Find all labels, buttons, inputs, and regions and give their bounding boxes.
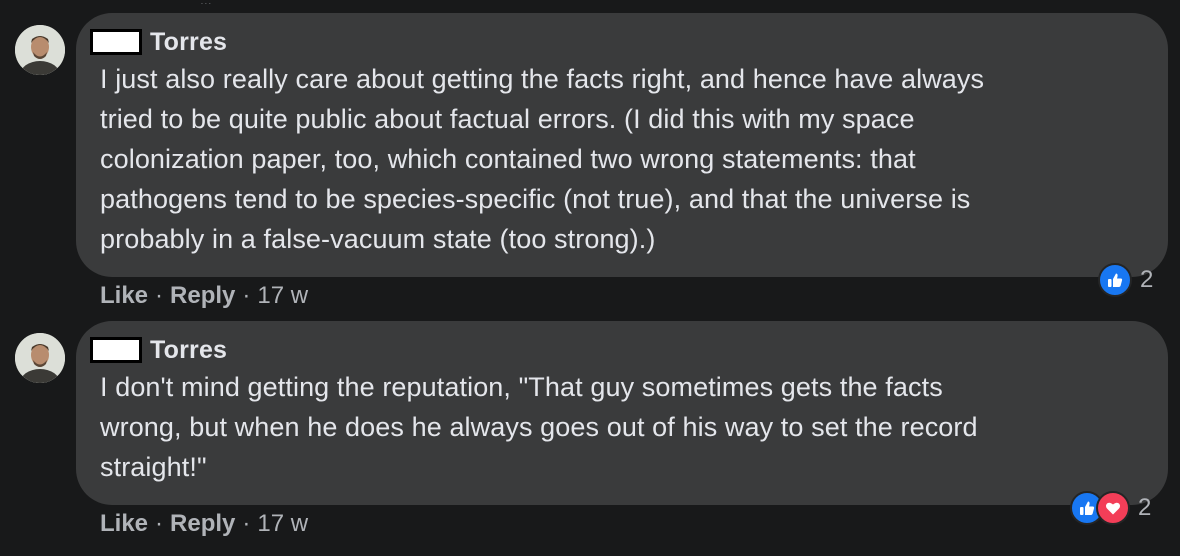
comment-actions: Like · Reply · 17 w	[100, 282, 308, 310]
reaction-summary[interactable]: 2	[1070, 491, 1151, 525]
comment-timestamp[interactable]: 17 w	[257, 510, 308, 538]
like-reaction-icon	[1098, 263, 1132, 297]
previous-comment-fragment: ...	[200, 0, 244, 4]
reply-button[interactable]: Reply	[170, 282, 235, 310]
avatar[interactable]	[15, 25, 65, 75]
comment-bubble: Torres I just also really care about get…	[76, 13, 1168, 277]
comment-author[interactable]: Torres	[150, 28, 227, 57]
reply-button[interactable]: Reply	[170, 510, 235, 538]
comment-text-line: tried to be quite public about factual e…	[100, 104, 915, 134]
separator: ·	[155, 282, 164, 309]
comment-actions: Like · Reply · 17 w	[100, 510, 308, 538]
love-reaction-icon	[1096, 491, 1130, 525]
comment-text-line: probably in a false-vacuum state (too st…	[100, 224, 656, 254]
comment-text-line: colonization paper, too, which contained…	[100, 144, 916, 174]
separator: ·	[242, 510, 251, 537]
redaction-box	[90, 29, 142, 55]
comment-text-line: I don't mind getting the reputation, "Th…	[100, 372, 943, 402]
separator: ·	[155, 510, 164, 537]
separator: ·	[242, 282, 251, 309]
comment-text-line: I just also really care about getting th…	[100, 64, 985, 94]
comment-author[interactable]: Torres	[150, 336, 227, 365]
reaction-count: 2	[1138, 494, 1152, 521]
reaction-summary[interactable]: 2	[1098, 263, 1153, 297]
reaction-count: 2	[1140, 266, 1154, 293]
like-button[interactable]: Like	[100, 510, 148, 538]
redaction-box	[90, 337, 142, 363]
comment-text: I don't mind getting the reputation, "Th…	[100, 367, 1144, 487]
comment-bubble: Torres I don't mind getting the reputati…	[76, 321, 1168, 505]
comment-text-line: wrong, but when he does he always goes o…	[100, 412, 978, 442]
comment-text-line: pathogens tend to be species-specific (n…	[100, 184, 971, 214]
comment-text: I just also really care about getting th…	[100, 59, 1144, 259]
avatar[interactable]	[15, 333, 65, 383]
like-button[interactable]: Like	[100, 282, 148, 310]
comment-text-line: straight!"	[100, 452, 207, 482]
comment-timestamp[interactable]: 17 w	[257, 282, 308, 310]
